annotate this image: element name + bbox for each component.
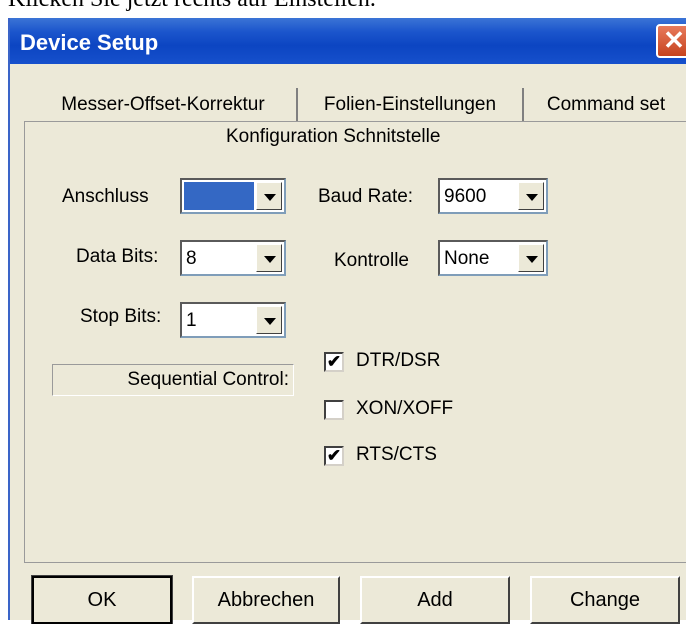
sequential-control-label-box: Sequential Control: — [52, 364, 294, 396]
anschluss-select[interactable] — [180, 178, 286, 214]
change-button[interactable]: Change — [530, 576, 680, 624]
stop-bits-value: 1 — [186, 310, 197, 331]
stop-bits-select[interactable]: 1 — [180, 302, 286, 338]
baud-rate-select[interactable]: 9600 — [438, 178, 548, 214]
close-icon: ✕ — [663, 25, 685, 55]
window-title: Device Setup — [20, 30, 159, 55]
cancel-button[interactable]: Abbrechen — [192, 576, 340, 624]
tab-folien-einstellungen[interactable]: Folien-Einstellungen — [298, 88, 524, 122]
tab-messer-offset-korrektur[interactable]: Messer-Offset-Korrektur — [30, 88, 298, 122]
checkbox-label: XON/XOFF — [356, 398, 454, 419]
tab-command-set[interactable]: Command set — [524, 88, 686, 122]
anschluss-label: Anschluss — [62, 186, 149, 207]
data-bits-label: Data Bits: — [76, 246, 159, 267]
instruction-text: Klicken Sie jetzt rechts auf Einstellen. — [8, 0, 376, 13]
baud-rate-value: 9600 — [444, 186, 487, 207]
ok-button[interactable]: OK — [31, 575, 173, 624]
sequential-control-label: Sequential Control: — [127, 369, 289, 390]
checkbox-label: DTR/DSR — [356, 350, 441, 371]
checkbox-box[interactable]: ✔ — [324, 446, 344, 466]
checkbox-box[interactable] — [324, 400, 344, 420]
tab-strip: Messer-Offset-Korrektur Folien-Einstellu… — [30, 88, 686, 122]
anschluss-selection-highlight — [184, 182, 254, 210]
data-bits-select[interactable]: 8 — [180, 240, 286, 276]
kontrolle-label: Kontrolle — [334, 250, 409, 271]
close-button[interactable]: ✕ — [656, 24, 686, 58]
chevron-down-icon[interactable] — [518, 182, 544, 210]
kontrolle-value: None — [444, 248, 490, 269]
title-bar[interactable]: Device Setup ✕ — [10, 18, 686, 64]
checkbox-box[interactable]: ✔ — [324, 352, 344, 372]
kontrolle-select[interactable]: None — [438, 240, 548, 276]
chevron-down-icon[interactable] — [256, 244, 282, 272]
panel-heading: Konfiguration Schnitstelle — [226, 126, 441, 147]
device-setup-window: Device Setup ✕ Messer-Offset-Korrektur F… — [8, 18, 686, 624]
chevron-down-icon[interactable] — [256, 182, 282, 210]
checkbox-label: RTS/CTS — [356, 444, 437, 465]
add-button[interactable]: Add — [360, 576, 510, 624]
chevron-down-icon[interactable] — [518, 244, 544, 272]
stop-bits-label: Stop Bits: — [80, 306, 162, 327]
data-bits-value: 8 — [186, 248, 197, 269]
baud-rate-label: Baud Rate: — [318, 186, 414, 207]
chevron-down-icon[interactable] — [256, 306, 282, 334]
